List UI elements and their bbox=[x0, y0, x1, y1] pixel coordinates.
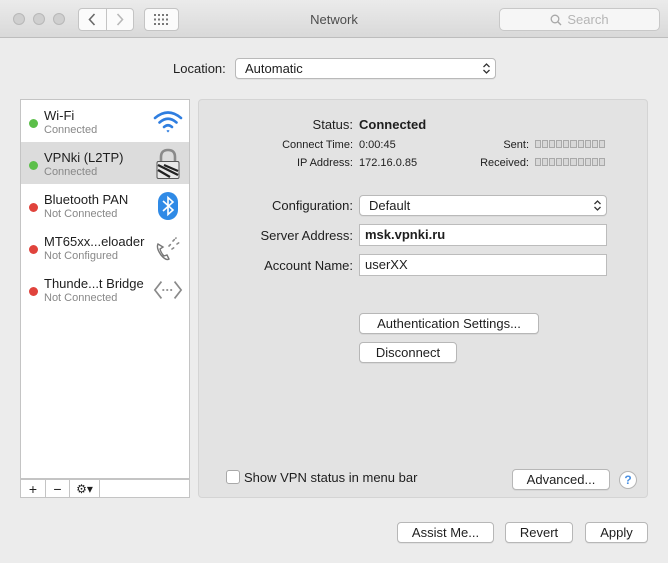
thunderbolt-bridge-icon bbox=[153, 275, 183, 305]
server-address-label: Server Address: bbox=[260, 228, 354, 243]
search-icon bbox=[550, 14, 562, 25]
configuration-value: Default bbox=[369, 198, 411, 213]
sent-label: Sent: bbox=[503, 139, 529, 151]
help-button[interactable]: ? bbox=[619, 471, 637, 489]
phone-icon bbox=[153, 233, 183, 263]
connect-time-label: Connect Time: bbox=[282, 139, 353, 151]
search-field[interactable]: Search bbox=[499, 8, 660, 31]
disconnect-button[interactable]: Disconnect bbox=[359, 342, 457, 363]
location-value: Automatic bbox=[245, 61, 303, 76]
status-value: Connected bbox=[359, 117, 427, 132]
location-popup[interactable]: Automatic bbox=[235, 58, 496, 79]
service-item-mt65xx[interactable]: MT65xx...eloader Not Configured bbox=[21, 226, 189, 268]
service-item-vpnki[interactable]: VPNki (L2TP) Connected bbox=[21, 142, 189, 184]
remove-service-button[interactable]: − bbox=[46, 480, 70, 497]
account-name-label: Account Name: bbox=[264, 258, 353, 273]
show-vpn-status-label: Show VPN status in menu bar bbox=[244, 470, 418, 485]
status-dot bbox=[29, 161, 38, 170]
gear-menu-button[interactable]: ⚙▾ bbox=[70, 480, 100, 497]
advanced-button[interactable]: Advanced... bbox=[512, 469, 610, 490]
ip-address-value: 172.16.0.85 bbox=[359, 157, 418, 169]
sidebar-toolbar: + − ⚙▾ bbox=[20, 479, 190, 498]
service-list: Wi-Fi Connected VPNki (L2TP) Connected B… bbox=[20, 99, 190, 479]
status-dot bbox=[29, 203, 38, 212]
received-meter bbox=[535, 158, 605, 166]
status-dot bbox=[29, 287, 38, 296]
service-item-bluetooth-pan[interactable]: Bluetooth PAN Not Connected bbox=[21, 184, 189, 226]
account-name-field[interactable]: userXX bbox=[359, 254, 607, 276]
add-service-button[interactable]: + bbox=[21, 480, 46, 497]
ip-address-label: IP Address: bbox=[296, 157, 353, 169]
show-vpn-status-checkbox[interactable] bbox=[226, 470, 240, 484]
status-label: Status: bbox=[312, 117, 353, 132]
assist-me-button[interactable]: Assist Me... bbox=[397, 522, 494, 543]
title-bar: Network Search bbox=[0, 0, 668, 38]
service-item-wifi[interactable]: Wi-Fi Connected bbox=[21, 100, 189, 142]
server-address-field[interactable]: msk.vpnki.ru bbox=[359, 224, 607, 246]
configuration-popup[interactable]: Default bbox=[359, 195, 607, 216]
vpn-lock-icon bbox=[153, 148, 183, 179]
revert-button[interactable]: Revert bbox=[505, 522, 573, 543]
wifi-icon bbox=[153, 107, 183, 137]
updown-arrows-icon bbox=[594, 200, 601, 211]
search-placeholder: Search bbox=[567, 12, 609, 27]
connect-time-value: 0:00:45 bbox=[359, 139, 396, 151]
status-dot bbox=[29, 119, 38, 128]
configuration-label: Configuration: bbox=[272, 198, 353, 213]
authentication-settings-button[interactable]: Authentication Settings... bbox=[359, 313, 539, 334]
location-label: Location: bbox=[173, 61, 226, 76]
updown-arrows-icon bbox=[483, 63, 490, 74]
apply-button[interactable]: Apply bbox=[585, 522, 648, 543]
status-dot bbox=[29, 245, 38, 254]
bluetooth-icon bbox=[153, 191, 183, 221]
service-item-thunderbolt-bridge[interactable]: Thunde...t Bridge Not Connected bbox=[21, 268, 189, 310]
received-label: Received: bbox=[480, 157, 529, 169]
sent-meter bbox=[535, 140, 605, 148]
